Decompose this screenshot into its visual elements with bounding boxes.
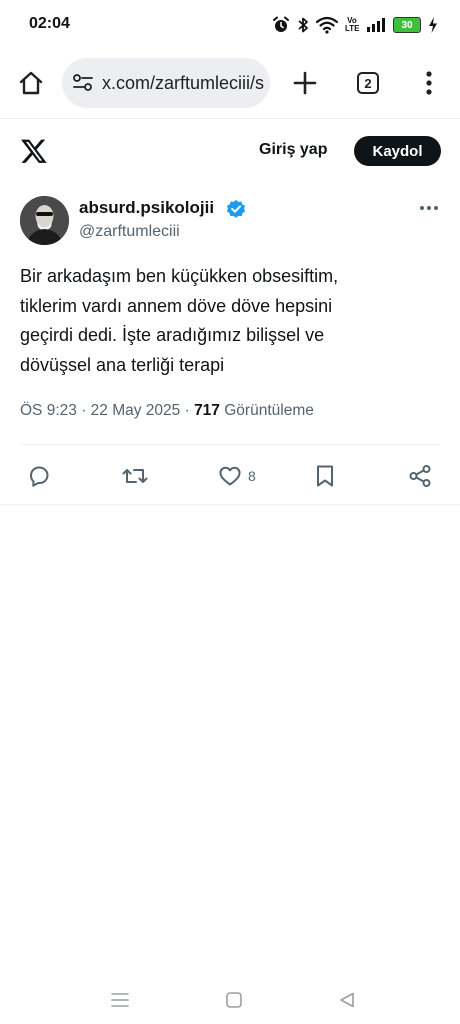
more-vertical-icon <box>426 71 432 95</box>
system-nav-bar <box>0 980 460 1024</box>
like-count: 8 <box>248 468 256 484</box>
home-button[interactable] <box>14 66 48 100</box>
tweet-text-line: dövüşsel ana terliği terapi <box>20 354 225 375</box>
signal-icon <box>367 18 385 32</box>
back-button[interactable] <box>335 988 359 1012</box>
charging-icon <box>429 17 437 33</box>
tweet-more-button[interactable] <box>417 198 441 218</box>
home-icon <box>19 71 43 95</box>
author-handle[interactable]: @zarftumleciii <box>79 223 180 241</box>
toolbar-divider <box>0 118 460 119</box>
bluetooth-icon <box>298 17 308 33</box>
repost-icon <box>122 469 148 483</box>
tweet-time[interactable]: ÖS 9:23 <box>20 402 77 419</box>
back-triangle-icon <box>340 992 354 1008</box>
heart-icon <box>219 466 241 486</box>
like-button[interactable]: 8 <box>218 462 256 490</box>
battery-icon: 30 <box>393 17 421 33</box>
tweet-meta: ÖS 9:23 · 22 May 2025 · 717 Görüntüleme <box>20 402 314 420</box>
views-label: Görüntüleme <box>224 402 314 419</box>
status-time: 02:04 <box>29 15 70 32</box>
verified-badge-icon <box>226 199 246 218</box>
x-logo-icon[interactable] <box>20 137 48 165</box>
url-text[interactable]: x.com/zarftumleciii/s <box>102 73 264 94</box>
share-icon <box>409 465 431 487</box>
menu-lines-icon <box>111 993 129 1007</box>
avatar[interactable] <box>20 196 69 245</box>
reply-button[interactable] <box>27 462 51 490</box>
tweet-actions: 8 <box>0 462 460 490</box>
tab-switcher-button[interactable]: 2 <box>354 69 382 97</box>
plus-icon <box>293 71 317 95</box>
avatar-image <box>20 196 69 245</box>
address-bar[interactable]: x.com/zarftumleciii/s <box>62 58 270 108</box>
tweet-date[interactable]: 22 May 2025 <box>91 402 181 419</box>
tweet-text: Bir arkadaşım ben küçükken obsesiftim, t… <box>20 262 440 380</box>
more-horizontal-icon <box>420 206 438 210</box>
meta-separator: · <box>184 402 195 419</box>
square-icon <box>226 992 242 1008</box>
battery-level: 30 <box>401 19 413 31</box>
recents-button[interactable] <box>108 988 132 1012</box>
status-icons: Vo LTE 30 <box>272 14 438 36</box>
volte-icon: Vo LTE <box>345 17 360 33</box>
browser-toolbar: x.com/zarftumleciii/s 2 <box>0 50 460 116</box>
volte-bottom-label: LTE <box>345 24 360 33</box>
actions-divider <box>0 504 460 505</box>
browser-menu-button[interactable] <box>418 68 440 98</box>
bookmark-button[interactable] <box>314 462 336 490</box>
meta-separator: · <box>81 402 91 419</box>
signup-button[interactable]: Kaydol <box>354 136 441 166</box>
tweet-text-line: geçirdi dedi. İşte aradığımız bilişsel v… <box>20 325 325 345</box>
share-button[interactable] <box>408 462 432 490</box>
bookmark-icon <box>317 465 333 487</box>
alarm-icon <box>273 16 289 32</box>
wifi-icon <box>316 16 338 34</box>
meta-divider <box>20 444 440 445</box>
login-link[interactable]: Giriş yap <box>259 141 327 159</box>
repost-button[interactable] <box>121 462 149 490</box>
tweet-text-line: Bir arkadaşım ben küçükken obsesiftim, <box>20 266 339 286</box>
home-nav-button[interactable] <box>222 988 246 1012</box>
views-count: 717 <box>194 402 220 419</box>
author-name[interactable]: absurd.psikolojii <box>79 198 214 218</box>
status-bar: 02:04 Vo LTE 30 <box>0 0 460 50</box>
tab-count: 2 <box>357 72 379 94</box>
reply-icon <box>30 466 49 487</box>
site-settings-icon[interactable] <box>72 73 94 93</box>
x-header: Giriş yap Kaydol <box>0 120 460 184</box>
tweet-text-line: tiklerim vardı annem döve döve hepsini <box>20 295 333 316</box>
new-tab-button[interactable] <box>288 66 322 100</box>
